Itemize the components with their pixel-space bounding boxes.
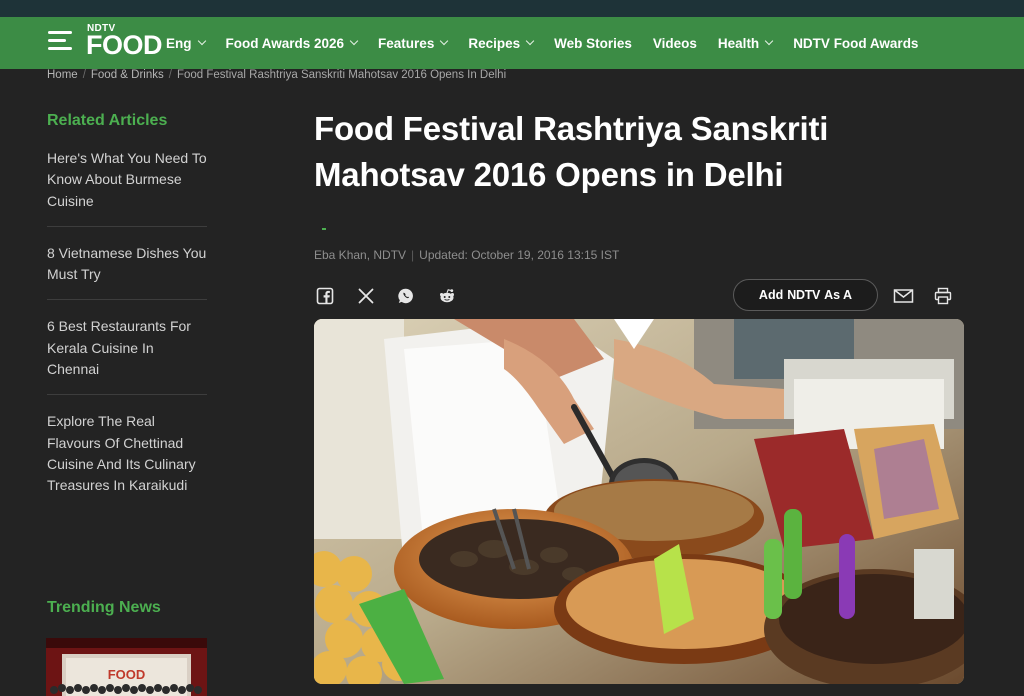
browser-top-strip — [0, 0, 1024, 17]
facebook-icon[interactable] — [316, 287, 334, 305]
chevron-down-icon — [349, 36, 359, 46]
breadcrumb-current: Food Festival Rashtriya Sanskriti Mahots… — [176, 69, 507, 81]
related-article-link[interactable]: Explore The Real Flavours Of Chettinad C… — [47, 411, 207, 510]
article-headline: Food Festival Rashtriya Sanskriti Mahots… — [314, 110, 829, 193]
sidebar: Related Articles Here's What You Need To… — [47, 112, 207, 527]
menu-icon[interactable] — [48, 31, 74, 53]
email-icon[interactable] — [893, 287, 914, 305]
logo-food-text: FOOD — [86, 30, 163, 60]
chevron-down-icon — [764, 36, 774, 46]
nav-item-label: Health — [717, 35, 760, 51]
main-navbar: NDTV FOOD Eng Food Awards 2026 Features … — [0, 17, 1024, 69]
article-main: Food Festival Rashtriya Sanskriti Mahots… — [314, 106, 964, 311]
nav-item-label: Web Stories — [554, 35, 632, 51]
chevron-down-icon — [525, 36, 535, 46]
article-updated-date: Updated: October 19, 2016 13:15 IST — [419, 248, 620, 262]
trending-news-heading: Trending News — [47, 599, 161, 616]
related-article-link[interactable]: 8 Vietnamese Dishes You Must Try — [47, 243, 207, 301]
related-articles-heading: Related Articles — [47, 112, 168, 129]
related-article-link[interactable]: 6 Best Restaurants For Kerala Cuisine In… — [47, 316, 207, 396]
headline-accent-dash — [322, 228, 326, 230]
nav-menu: Eng Food Awards 2026 Features Recipes We… — [166, 17, 939, 69]
nav-item-language[interactable]: Eng — [166, 35, 206, 51]
print-icon[interactable] — [934, 287, 952, 305]
nav-item-web-stories[interactable]: Web Stories — [554, 36, 632, 51]
nav-item-label: Recipes — [468, 35, 521, 51]
nav-item-label: NDTV Food Awards — [793, 35, 919, 51]
add-ndtv-preferred-source-button[interactable]: Add NDTV As A — [733, 279, 878, 311]
chevron-down-icon — [440, 36, 449, 46]
ndtv-food-logo[interactable]: NDTV FOOD — [86, 23, 163, 63]
article-hero-image[interactable] — [314, 319, 964, 684]
nav-item-ndtv-food-awards[interactable]: NDTV Food Awards — [793, 36, 918, 51]
add-button-prefix: Add — [758, 288, 784, 302]
trending-news-thumbnail[interactable]: FOOD — [46, 638, 207, 696]
x-icon[interactable] — [357, 287, 375, 305]
related-article-link[interactable]: Here's What You Need To Know About Burme… — [47, 148, 207, 227]
trending-thumbnail-image: FOOD — [46, 638, 207, 696]
nav-item-label: Food Awards 2026 — [225, 35, 345, 51]
nav-item-label: Videos — [652, 35, 697, 51]
breadcrumb-section-link[interactable]: Food & Drinks — [91, 69, 164, 81]
nav-item-label: Eng — [166, 35, 192, 51]
breadcrumb-home-link[interactable]: Home — [47, 69, 78, 81]
add-button-suffix: As A — [824, 288, 853, 302]
food-stall-photo — [314, 319, 964, 684]
share-toolbar: Add NDTV As A — [314, 279, 964, 313]
article-author[interactable]: Eba Khan, NDTV — [314, 248, 406, 262]
breadcrumb-separator: / — [168, 69, 172, 81]
nav-item-videos[interactable]: Videos — [653, 36, 697, 51]
add-button-brand: NDTV — [787, 288, 821, 302]
chevron-down-icon — [197, 36, 206, 46]
nav-item-features[interactable]: Features — [378, 35, 449, 51]
related-articles-list: Here's What You Need To Know About Burme… — [47, 148, 207, 511]
whatsapp-icon[interactable] — [397, 287, 415, 305]
breadcrumb: Home / Food & Drinks / Food Festival Rashtri… — [47, 69, 506, 81]
nav-item-label: Features — [378, 35, 435, 51]
article-meta: Eba Khan, NDTV | Updated: October 19, 2016… — [314, 248, 619, 262]
nav-item-food-awards-2026[interactable]: Food Awards 2026 — [225, 35, 359, 51]
nav-item-health[interactable]: Health — [717, 35, 774, 51]
nav-item-recipes[interactable]: Recipes — [468, 35, 535, 51]
breadcrumb-separator: / — [82, 69, 86, 81]
reddit-icon[interactable] — [438, 287, 456, 305]
meta-separator: | — [411, 248, 415, 262]
trending-thumb-logo-text: FOOD — [108, 667, 146, 682]
